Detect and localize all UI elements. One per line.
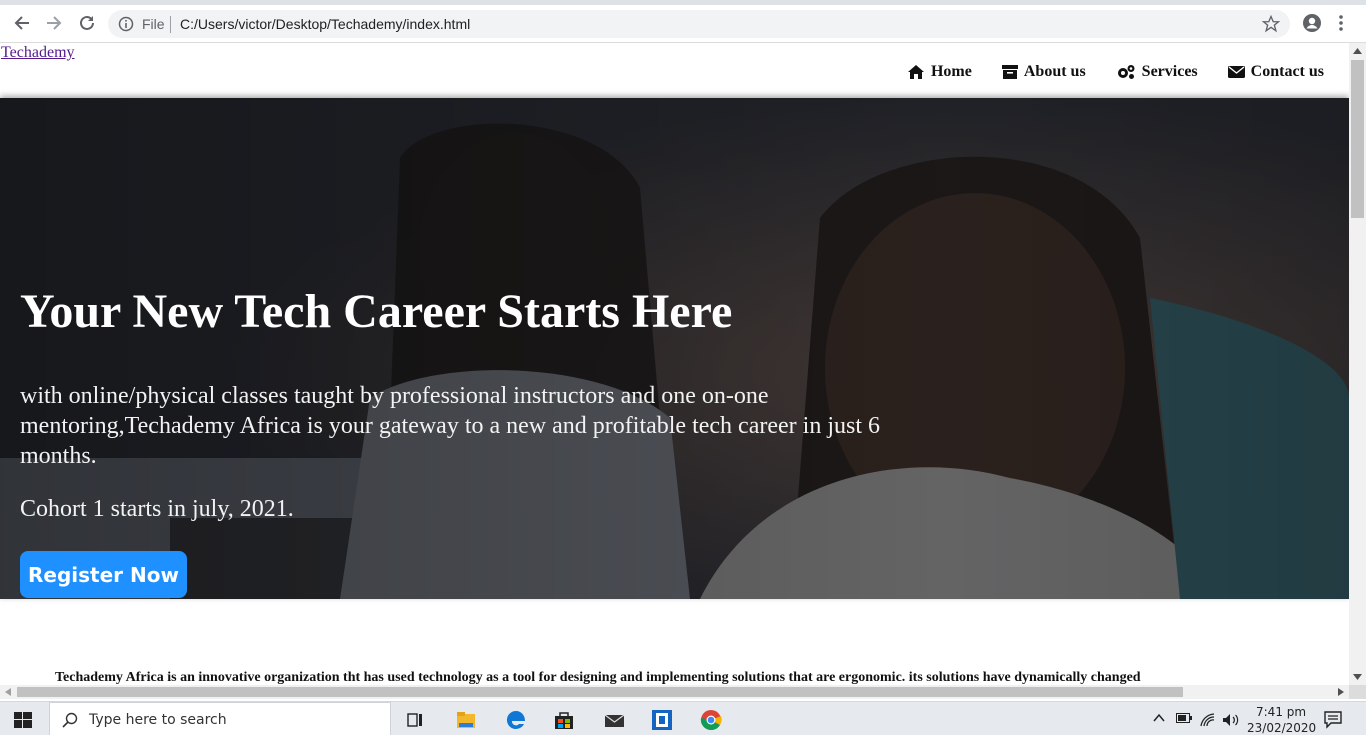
envelope-icon <box>1227 66 1245 78</box>
store-icon[interactable] <box>553 709 575 731</box>
home-icon <box>907 65 924 79</box>
windows-start-icon[interactable] <box>14 712 32 728</box>
wifi-icon[interactable] <box>1200 713 1216 727</box>
bookmark-star-icon[interactable] <box>1262 15 1280 33</box>
notification-icon[interactable] <box>1324 711 1344 729</box>
horizontal-scroll-thumb[interactable] <box>17 687 1183 697</box>
info-icon[interactable] <box>118 16 134 32</box>
task-view-icon[interactable] <box>405 709 427 731</box>
clock-time[interactable]: 7:41 pm <box>1256 705 1306 719</box>
gears-icon <box>1117 65 1135 79</box>
hero-title: Your New Tech Career Starts Here <box>20 285 733 338</box>
nav-services[interactable]: Services <box>1116 63 1198 81</box>
nav-home[interactable]: Home <box>907 63 972 81</box>
vertical-scroll-thumb[interactable] <box>1351 60 1364 218</box>
vertical-scrollbar[interactable] <box>1349 43 1366 685</box>
scroll-up-icon[interactable] <box>1353 48 1362 54</box>
reload-icon <box>80 15 94 30</box>
mail-icon[interactable] <box>603 709 625 731</box>
hero-description: with online/physical classes taught by p… <box>20 383 880 469</box>
cohort-text: Cohort 1 starts in july, 2021. <box>20 496 294 522</box>
back-button[interactable] <box>11 12 33 34</box>
arrow-right-icon <box>47 16 62 30</box>
arrow-left-icon <box>14 16 29 30</box>
tab-strip <box>0 0 1366 5</box>
top-navigation: Home About us Services Contact us <box>907 63 1324 81</box>
windows-taskbar: Type here to search 7:41 pm 23/02/2020 <box>0 701 1366 735</box>
address-divider <box>170 16 171 33</box>
search-icon <box>62 712 78 728</box>
profile-icon[interactable] <box>1302 13 1322 33</box>
browser-toolbar: File C:/Users/victor/Desktop/Techademy/i… <box>0 0 1366 43</box>
about-paragraph: Techademy Africa is an innovative organi… <box>55 670 1141 685</box>
archive-icon <box>1001 65 1018 79</box>
taskbar-search[interactable]: Type here to search <box>49 702 391 735</box>
scroll-right-icon[interactable] <box>1338 688 1344 696</box>
register-button[interactable]: Register Now <box>20 551 187 598</box>
volume-icon[interactable] <box>1222 713 1240 727</box>
scheme-label: File <box>142 16 165 32</box>
nav-label: About us <box>1023 63 1086 80</box>
nav-contact[interactable]: Contact us <box>1227 63 1324 81</box>
app-icon[interactable] <box>651 709 673 731</box>
chevron-up-icon[interactable] <box>1153 713 1165 723</box>
edge-icon[interactable] <box>505 709 527 731</box>
battery-icon[interactable] <box>1176 713 1192 723</box>
nav-label: Contact us <box>1250 63 1324 80</box>
url-text[interactable]: C:/Users/victor/Desktop/Techademy/index.… <box>180 16 470 32</box>
nav-about[interactable]: About us <box>1001 63 1086 81</box>
logo-link[interactable]: Techademy <box>1 44 75 62</box>
menu-icon[interactable] <box>1338 14 1344 32</box>
web-page: Techademy Home About us Services Contact… <box>0 43 1349 685</box>
clock-date[interactable]: 23/02/2020 <box>1247 721 1316 735</box>
forward-button[interactable] <box>43 12 65 34</box>
scrollbar-corner <box>1349 685 1366 699</box>
search-placeholder: Type here to search <box>89 712 227 728</box>
hero-background-photo <box>0 98 1349 599</box>
nav-label: Home <box>930 63 972 80</box>
horizontal-scrollbar[interactable] <box>0 685 1349 699</box>
file-explorer-icon[interactable] <box>455 709 477 731</box>
scroll-down-icon[interactable] <box>1353 674 1362 680</box>
chrome-icon[interactable] <box>700 709 722 731</box>
reload-button[interactable] <box>76 12 98 34</box>
hero-section: Your New Tech Career Starts Here with on… <box>0 98 1349 599</box>
scroll-left-icon[interactable] <box>5 688 11 696</box>
address-bar[interactable]: File C:/Users/victor/Desktop/Techademy/i… <box>108 10 1290 38</box>
nav-label: Services <box>1141 63 1198 80</box>
